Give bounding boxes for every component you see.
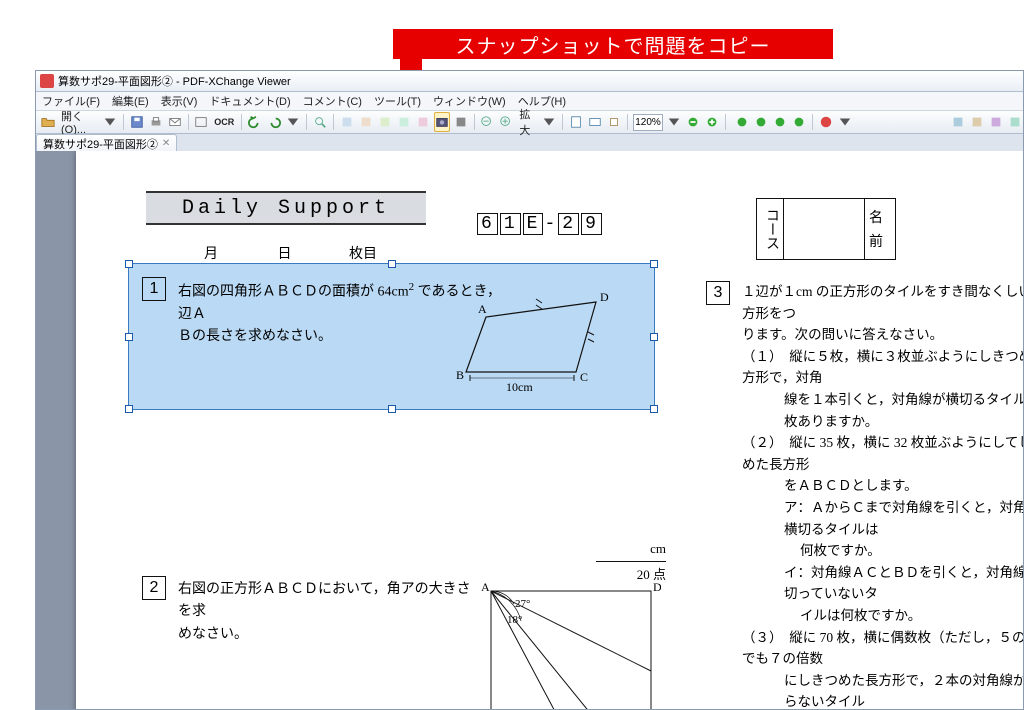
search-icon[interactable]: [312, 112, 328, 132]
menu-edit[interactable]: 編集(E): [112, 93, 149, 109]
resize-handle[interactable]: [388, 260, 396, 268]
app-window: 算数サポ29-平面図形② - PDF-XChange Viewer ファイル(F…: [35, 70, 1024, 710]
resize-handle[interactable]: [125, 333, 133, 341]
close-tab-icon[interactable]: ✕: [162, 138, 170, 149]
tool-icon[interactable]: [415, 112, 431, 132]
scan-icon[interactable]: [193, 112, 209, 132]
resize-handle[interactable]: [125, 260, 133, 268]
tool-icon[interactable]: [453, 112, 469, 132]
dropdown-icon[interactable]: [102, 112, 118, 132]
zoom-label: 拡大: [517, 106, 538, 138]
menu-file[interactable]: ファイル(F): [42, 93, 100, 109]
separator: [627, 114, 628, 130]
separator: [188, 114, 189, 130]
separator: [812, 114, 813, 130]
tool-icon[interactable]: [339, 112, 355, 132]
resize-handle[interactable]: [650, 333, 658, 341]
problem-3-number: 3: [706, 281, 730, 305]
svg-text:18°: 18°: [507, 614, 522, 626]
menu-tools[interactable]: ツール(T): [374, 93, 421, 109]
svg-text:D: D: [600, 290, 609, 304]
pdf-page: Daily Support 月 日 枚目 61E-29 コース 名前: [76, 151, 1023, 709]
problem-3-text: １辺が１cm の正方形のタイルをすき間なくしいて長方形をつ ります。次の問いに答…: [742, 281, 1023, 709]
answer-unit: cm 20 点: [596, 541, 666, 583]
tool-icon[interactable]: [377, 112, 393, 132]
menu-comment[interactable]: コメント(C): [303, 93, 362, 109]
annotation-callout: スナップショットで問題をコピー: [393, 29, 833, 59]
resize-handle[interactable]: [388, 405, 396, 413]
dropdown-icon[interactable]: [285, 112, 301, 132]
annot-icon[interactable]: [969, 112, 985, 132]
zoom-plus-icon[interactable]: [704, 112, 720, 132]
menu-window[interactable]: ウィンドウ(W): [433, 93, 506, 109]
doc-title: Daily Support: [146, 191, 426, 225]
separator: [725, 114, 726, 130]
nav-icon[interactable]: [734, 112, 750, 132]
dropdown-icon[interactable]: [837, 112, 853, 132]
print-icon[interactable]: [148, 112, 164, 132]
mail-icon[interactable]: [167, 112, 183, 132]
figure-square: A D 27° 18°: [481, 581, 661, 709]
problem-2-number: 2: [142, 576, 166, 600]
app-icon: [40, 74, 54, 88]
svg-text:27°: 27°: [515, 598, 530, 610]
nav-icon[interactable]: [791, 112, 807, 132]
svg-text:A: A: [481, 581, 490, 594]
resize-handle[interactable]: [650, 260, 658, 268]
fit-page-icon[interactable]: [568, 112, 584, 132]
separator: [241, 114, 242, 130]
titlebar: 算数サポ29-平面図形② - PDF-XChange Viewer: [36, 71, 1023, 92]
page-viewport[interactable]: Daily Support 月 日 枚目 61E-29 コース 名前: [36, 151, 1023, 709]
tab-label: 算数サポ29-平面図形②: [43, 136, 158, 152]
annot-icon[interactable]: [988, 112, 1004, 132]
separator: [123, 114, 124, 130]
nav-icon[interactable]: [753, 112, 769, 132]
tool-icon[interactable]: [396, 112, 412, 132]
undo-icon[interactable]: [247, 112, 263, 132]
zoom-out-icon[interactable]: [479, 112, 495, 132]
doc-code: 61E-29: [476, 213, 603, 235]
document-tab[interactable]: 算数サポ29-平面図形② ✕: [36, 134, 177, 152]
resize-handle[interactable]: [125, 405, 133, 413]
problem-2-text: 右図の正方形ＡＢＣＤにおいて，角アの大きさを求 めなさい。: [178, 579, 478, 646]
svg-text:A: A: [478, 302, 487, 316]
figure-quadrilateral: A B C D 10cm: [456, 287, 636, 397]
nav-icon[interactable]: [772, 112, 788, 132]
menu-document[interactable]: ドキュメント(D): [209, 93, 290, 109]
resize-handle[interactable]: [650, 405, 658, 413]
menu-view[interactable]: 表示(V): [161, 93, 198, 109]
redo-icon[interactable]: [266, 112, 282, 132]
svg-text:D: D: [653, 581, 661, 594]
svg-text:10cm: 10cm: [506, 380, 533, 394]
actual-size-icon[interactable]: [606, 112, 622, 132]
separator: [306, 114, 307, 130]
separator: [562, 114, 563, 130]
zoom-input[interactable]: 120%: [633, 114, 664, 131]
svg-text:C: C: [580, 370, 588, 384]
fit-width-icon[interactable]: [587, 112, 603, 132]
snapshot-tool-icon[interactable]: [434, 112, 450, 132]
separator: [333, 114, 334, 130]
zoom-in-icon[interactable]: [498, 112, 514, 132]
doc-date-line: 月 日 枚目: [176, 243, 416, 264]
annot-icon[interactable]: [950, 112, 966, 132]
zoom-minus-icon[interactable]: [685, 112, 701, 132]
svg-text:B: B: [456, 368, 464, 382]
dropdown-icon[interactable]: [666, 112, 682, 132]
problem-1-number: 1: [142, 277, 166, 301]
tool-icon[interactable]: [358, 112, 374, 132]
dropdown-icon[interactable]: [541, 112, 557, 132]
toolbar: 開く(O)... OCR 拡大 120%: [36, 111, 1023, 134]
annot-icon[interactable]: [1007, 112, 1023, 132]
separator: [474, 114, 475, 130]
help-icon[interactable]: [818, 112, 834, 132]
course-name-box: コース 名前: [756, 198, 896, 260]
open-label[interactable]: 開く(O)...: [59, 108, 99, 136]
save-icon[interactable]: [129, 112, 145, 132]
open-icon[interactable]: [40, 112, 56, 132]
ocr-label[interactable]: OCR: [212, 117, 236, 127]
window-title: 算数サポ29-平面図形② - PDF-XChange Viewer: [58, 73, 291, 89]
